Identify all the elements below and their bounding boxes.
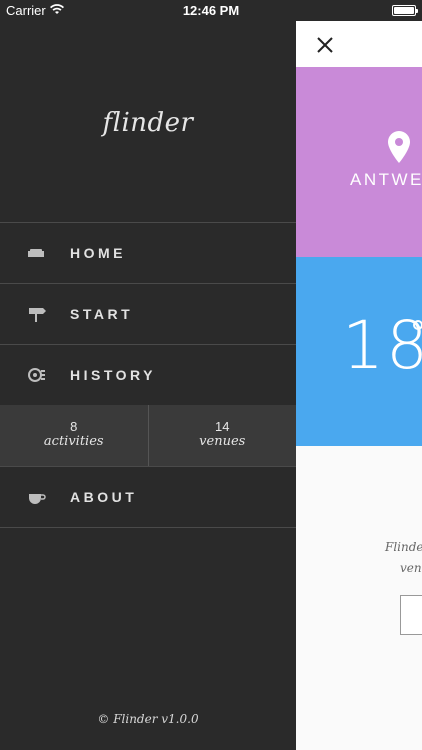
description-line: venu bbox=[400, 561, 422, 575]
stat-activities[interactable]: 8 activities bbox=[0, 405, 148, 466]
stat-caption: activities bbox=[43, 434, 104, 449]
menu-item-label: HISTORY bbox=[70, 367, 156, 383]
stat-value: 14 bbox=[215, 419, 230, 434]
history-icon bbox=[28, 368, 45, 382]
menu-item-label: HOME bbox=[70, 245, 126, 261]
copyright-text: © Flinder v1.0.0 bbox=[97, 712, 199, 726]
clock: 12:46 PM bbox=[182, 3, 240, 18]
app-logo: flinder bbox=[102, 108, 194, 138]
map-pin-icon bbox=[388, 131, 410, 163]
coffee-icon bbox=[29, 494, 46, 504]
top-bar bbox=[296, 21, 422, 67]
battery-icon bbox=[392, 5, 418, 16]
sofa-icon bbox=[28, 249, 44, 257]
city-name: ANTWE bbox=[350, 170, 422, 189]
status-bar: Carrier 12:46 PM bbox=[0, 0, 422, 22]
menu-item-history[interactable]: HISTORY bbox=[0, 345, 296, 405]
menu-item-home[interactable]: HOME bbox=[0, 223, 296, 283]
menu-item-about[interactable]: ABOUT bbox=[0, 467, 296, 527]
temperature: 18 bbox=[342, 307, 422, 384]
side-menu: flinder HOME START HISTORY 8 activities … bbox=[0, 0, 296, 750]
close-icon[interactable] bbox=[316, 36, 334, 54]
description-line: Flinder bbox=[385, 540, 422, 554]
location-card[interactable]: ANTWE bbox=[296, 67, 422, 257]
stat-caption: venues bbox=[199, 434, 246, 449]
menu-item-label: ABOUT bbox=[70, 489, 138, 505]
main-panel[interactable]: ANTWE 18 Flinder venu bbox=[296, 21, 422, 750]
signpost-icon bbox=[29, 308, 46, 322]
panel-button[interactable] bbox=[400, 595, 422, 635]
divider bbox=[0, 527, 296, 528]
stats-bar: 8 activities 14 venues bbox=[0, 405, 296, 466]
menu-item-start[interactable]: START bbox=[0, 284, 296, 344]
stat-venues[interactable]: 14 venues bbox=[147, 405, 297, 466]
stat-value: 8 bbox=[70, 419, 78, 434]
weather-card[interactable]: 18 bbox=[296, 257, 422, 446]
degree-icon bbox=[413, 320, 422, 330]
menu-item-label: START bbox=[70, 306, 134, 322]
